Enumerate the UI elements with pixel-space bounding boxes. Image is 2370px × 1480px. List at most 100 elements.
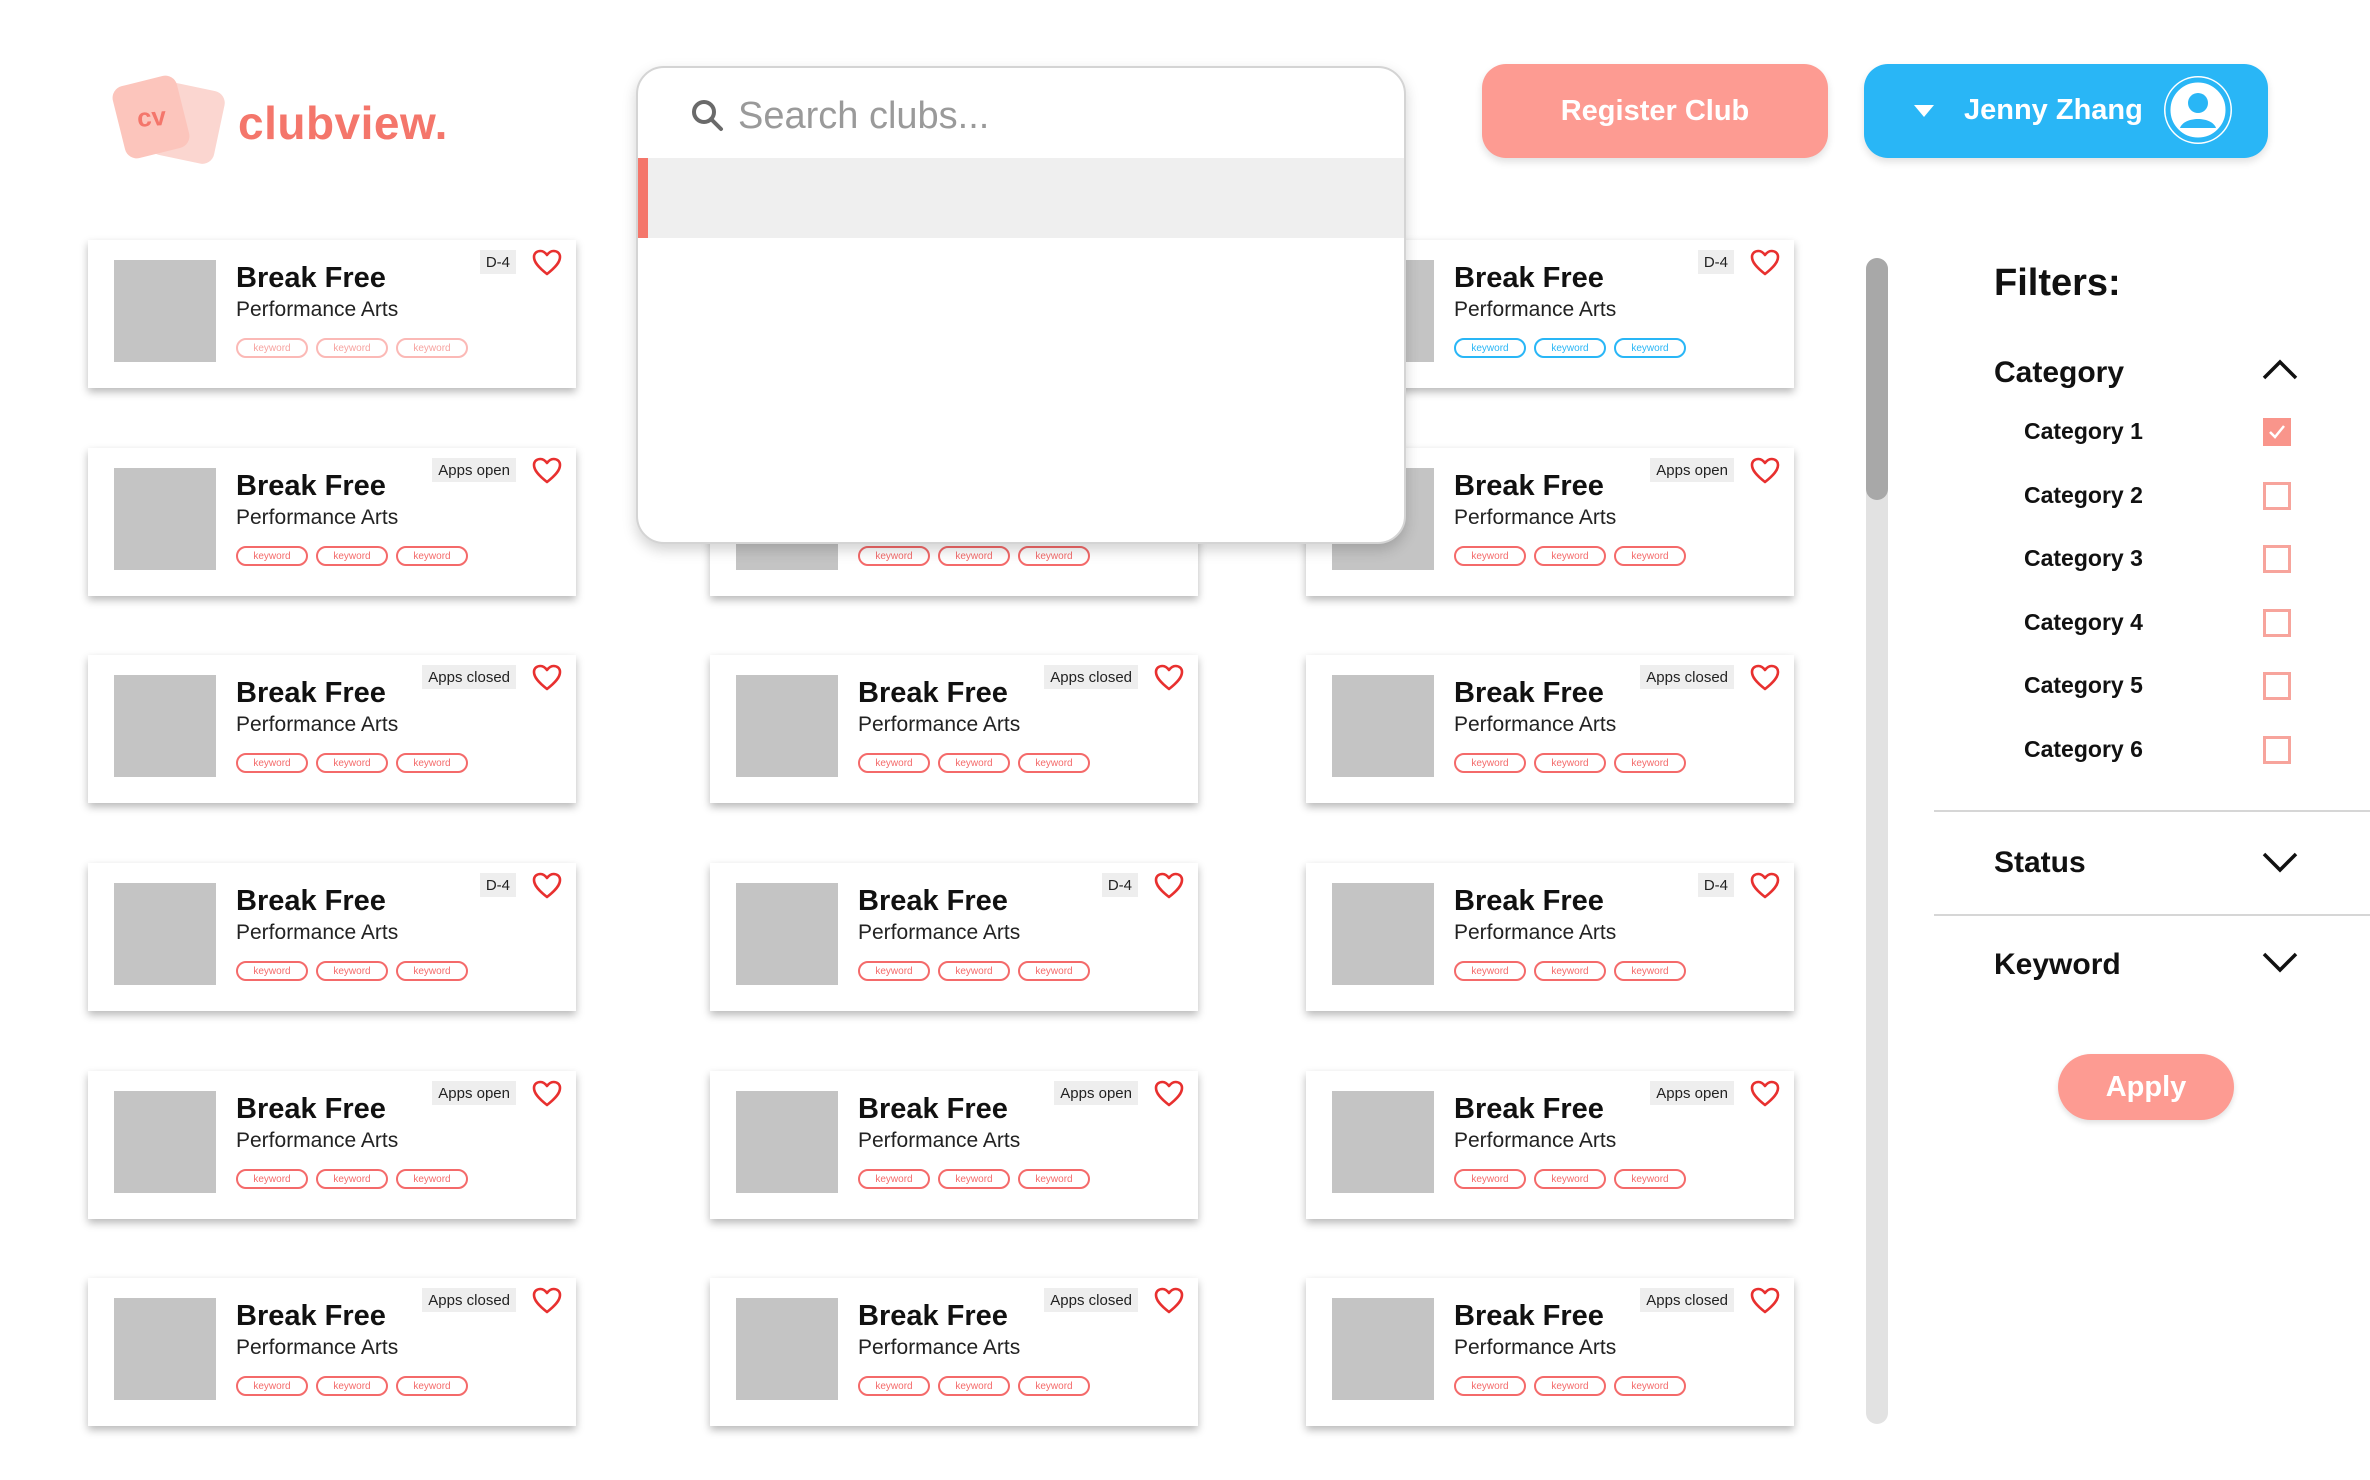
- keyword-tag[interactable]: keyword: [858, 1376, 930, 1396]
- club-card[interactable]: Break FreePerformance Artskeywordkeyword…: [88, 448, 576, 596]
- club-card[interactable]: Break FreePerformance Artskeywordkeyword…: [1306, 1071, 1794, 1219]
- heart-icon[interactable]: [1750, 871, 1780, 901]
- user-menu-button[interactable]: Jenny Zhang: [1864, 64, 2268, 158]
- category-checkbox[interactable]: [2263, 418, 2291, 446]
- keyword-tag[interactable]: keyword: [1454, 1169, 1526, 1189]
- brand-logo[interactable]: cv clubview.: [110, 73, 470, 167]
- club-card[interactable]: Break FreePerformance Artskeywordkeyword…: [1306, 655, 1794, 803]
- club-card[interactable]: Break FreePerformance Artskeywordkeyword…: [88, 240, 576, 388]
- keyword-tag[interactable]: keyword: [396, 1169, 468, 1189]
- heart-icon[interactable]: [1154, 1079, 1184, 1109]
- keyword-section-toggle[interactable]: Keyword: [1994, 948, 2121, 982]
- heart-icon[interactable]: [532, 1286, 562, 1316]
- status-section-toggle[interactable]: Status: [1994, 846, 2086, 880]
- club-card[interactable]: Break FreePerformance Artskeywordkeyword…: [88, 1071, 576, 1219]
- club-card[interactable]: Break FreePerformance Artskeywordkeyword…: [710, 1071, 1198, 1219]
- keyword-tag[interactable]: keyword: [1614, 1376, 1686, 1396]
- scrollbar-thumb[interactable]: [1866, 258, 1888, 500]
- keyword-tag[interactable]: keyword: [858, 546, 930, 566]
- keyword-tag[interactable]: keyword: [316, 338, 388, 358]
- chevron-down-icon[interactable]: [2260, 950, 2300, 974]
- keyword-tag[interactable]: keyword: [1534, 1376, 1606, 1396]
- heart-icon[interactable]: [1750, 456, 1780, 486]
- keyword-tag[interactable]: keyword: [1614, 1169, 1686, 1189]
- keyword-tag[interactable]: keyword: [396, 961, 468, 981]
- club-card[interactable]: Break FreePerformance Artskeywordkeyword…: [88, 863, 576, 1011]
- keyword-tag[interactable]: keyword: [1534, 546, 1606, 566]
- keyword-tag[interactable]: keyword: [236, 961, 308, 981]
- category-option-label[interactable]: Category 6: [2024, 736, 2143, 763]
- category-option-label[interactable]: Category 1: [2024, 418, 2143, 445]
- category-checkbox[interactable]: [2263, 545, 2291, 573]
- category-option-label[interactable]: Category 4: [2024, 609, 2143, 636]
- keyword-tag[interactable]: keyword: [858, 961, 930, 981]
- category-checkbox[interactable]: [2263, 736, 2291, 764]
- keyword-tag[interactable]: keyword: [858, 1169, 930, 1189]
- heart-icon[interactable]: [532, 871, 562, 901]
- keyword-tag[interactable]: keyword: [316, 961, 388, 981]
- keyword-tag[interactable]: keyword: [236, 1169, 308, 1189]
- heart-icon[interactable]: [1750, 248, 1780, 278]
- category-section-toggle[interactable]: Category: [1994, 356, 2124, 390]
- category-option-label[interactable]: Category 2: [2024, 482, 2143, 509]
- search-suggestion-item[interactable]: [638, 158, 1404, 238]
- apply-filters-button[interactable]: Apply: [2058, 1054, 2234, 1120]
- heart-icon[interactable]: [1154, 1286, 1184, 1316]
- keyword-tag[interactable]: keyword: [1614, 338, 1686, 358]
- club-card[interactable]: Break FreePerformance Artskeywordkeyword…: [88, 1278, 576, 1426]
- keyword-tag[interactable]: keyword: [1018, 1169, 1090, 1189]
- heart-icon[interactable]: [532, 1079, 562, 1109]
- club-card[interactable]: Break FreePerformance Artskeywordkeyword…: [88, 655, 576, 803]
- category-checkbox[interactable]: [2263, 609, 2291, 637]
- keyword-tag[interactable]: keyword: [1534, 961, 1606, 981]
- register-club-button[interactable]: Register Club: [1482, 64, 1828, 158]
- scrollbar-track[interactable]: [1866, 258, 1888, 1424]
- heart-icon[interactable]: [1750, 1286, 1780, 1316]
- category-option-label[interactable]: Category 5: [2024, 672, 2143, 699]
- keyword-tag[interactable]: keyword: [1454, 1376, 1526, 1396]
- heart-icon[interactable]: [532, 663, 562, 693]
- chevron-down-icon[interactable]: [2260, 850, 2300, 874]
- keyword-tag[interactable]: keyword: [316, 753, 388, 773]
- keyword-tag[interactable]: keyword: [1454, 753, 1526, 773]
- keyword-tag[interactable]: keyword: [938, 961, 1010, 981]
- club-card[interactable]: Break FreePerformance Artskeywordkeyword…: [1306, 863, 1794, 1011]
- club-card[interactable]: Break FreePerformance Artskeywordkeyword…: [1306, 1278, 1794, 1426]
- keyword-tag[interactable]: keyword: [236, 338, 308, 358]
- keyword-tag[interactable]: keyword: [396, 1376, 468, 1396]
- keyword-tag[interactable]: keyword: [1018, 961, 1090, 981]
- club-card[interactable]: Break FreePerformance Artskeywordkeyword…: [710, 655, 1198, 803]
- heart-icon[interactable]: [1154, 871, 1184, 901]
- category-option-label[interactable]: Category 3: [2024, 545, 2143, 572]
- heart-icon[interactable]: [532, 456, 562, 486]
- keyword-tag[interactable]: keyword: [1614, 961, 1686, 981]
- keyword-tag[interactable]: keyword: [236, 546, 308, 566]
- keyword-tag[interactable]: keyword: [1614, 753, 1686, 773]
- keyword-tag[interactable]: keyword: [1454, 961, 1526, 981]
- keyword-tag[interactable]: keyword: [396, 546, 468, 566]
- keyword-tag[interactable]: keyword: [938, 1169, 1010, 1189]
- keyword-tag[interactable]: keyword: [1018, 1376, 1090, 1396]
- keyword-tag[interactable]: keyword: [1534, 1169, 1606, 1189]
- category-checkbox[interactable]: [2263, 482, 2291, 510]
- keyword-tag[interactable]: keyword: [396, 338, 468, 358]
- club-card[interactable]: Break FreePerformance Artskeywordkeyword…: [710, 1278, 1198, 1426]
- keyword-tag[interactable]: keyword: [316, 1376, 388, 1396]
- keyword-tag[interactable]: keyword: [1534, 753, 1606, 773]
- keyword-tag[interactable]: keyword: [236, 1376, 308, 1396]
- keyword-tag[interactable]: keyword: [1454, 338, 1526, 358]
- keyword-tag[interactable]: keyword: [938, 753, 1010, 773]
- heart-icon[interactable]: [532, 248, 562, 278]
- keyword-tag[interactable]: keyword: [938, 1376, 1010, 1396]
- keyword-tag[interactable]: keyword: [938, 546, 1010, 566]
- keyword-tag[interactable]: keyword: [236, 753, 308, 773]
- keyword-tag[interactable]: keyword: [396, 753, 468, 773]
- heart-icon[interactable]: [1750, 1079, 1780, 1109]
- heart-icon[interactable]: [1154, 663, 1184, 693]
- search-input[interactable]: [738, 86, 1338, 146]
- category-checkbox[interactable]: [2263, 672, 2291, 700]
- chevron-up-icon[interactable]: [2260, 358, 2300, 382]
- keyword-tag[interactable]: keyword: [316, 546, 388, 566]
- keyword-tag[interactable]: keyword: [1018, 546, 1090, 566]
- keyword-tag[interactable]: keyword: [1614, 546, 1686, 566]
